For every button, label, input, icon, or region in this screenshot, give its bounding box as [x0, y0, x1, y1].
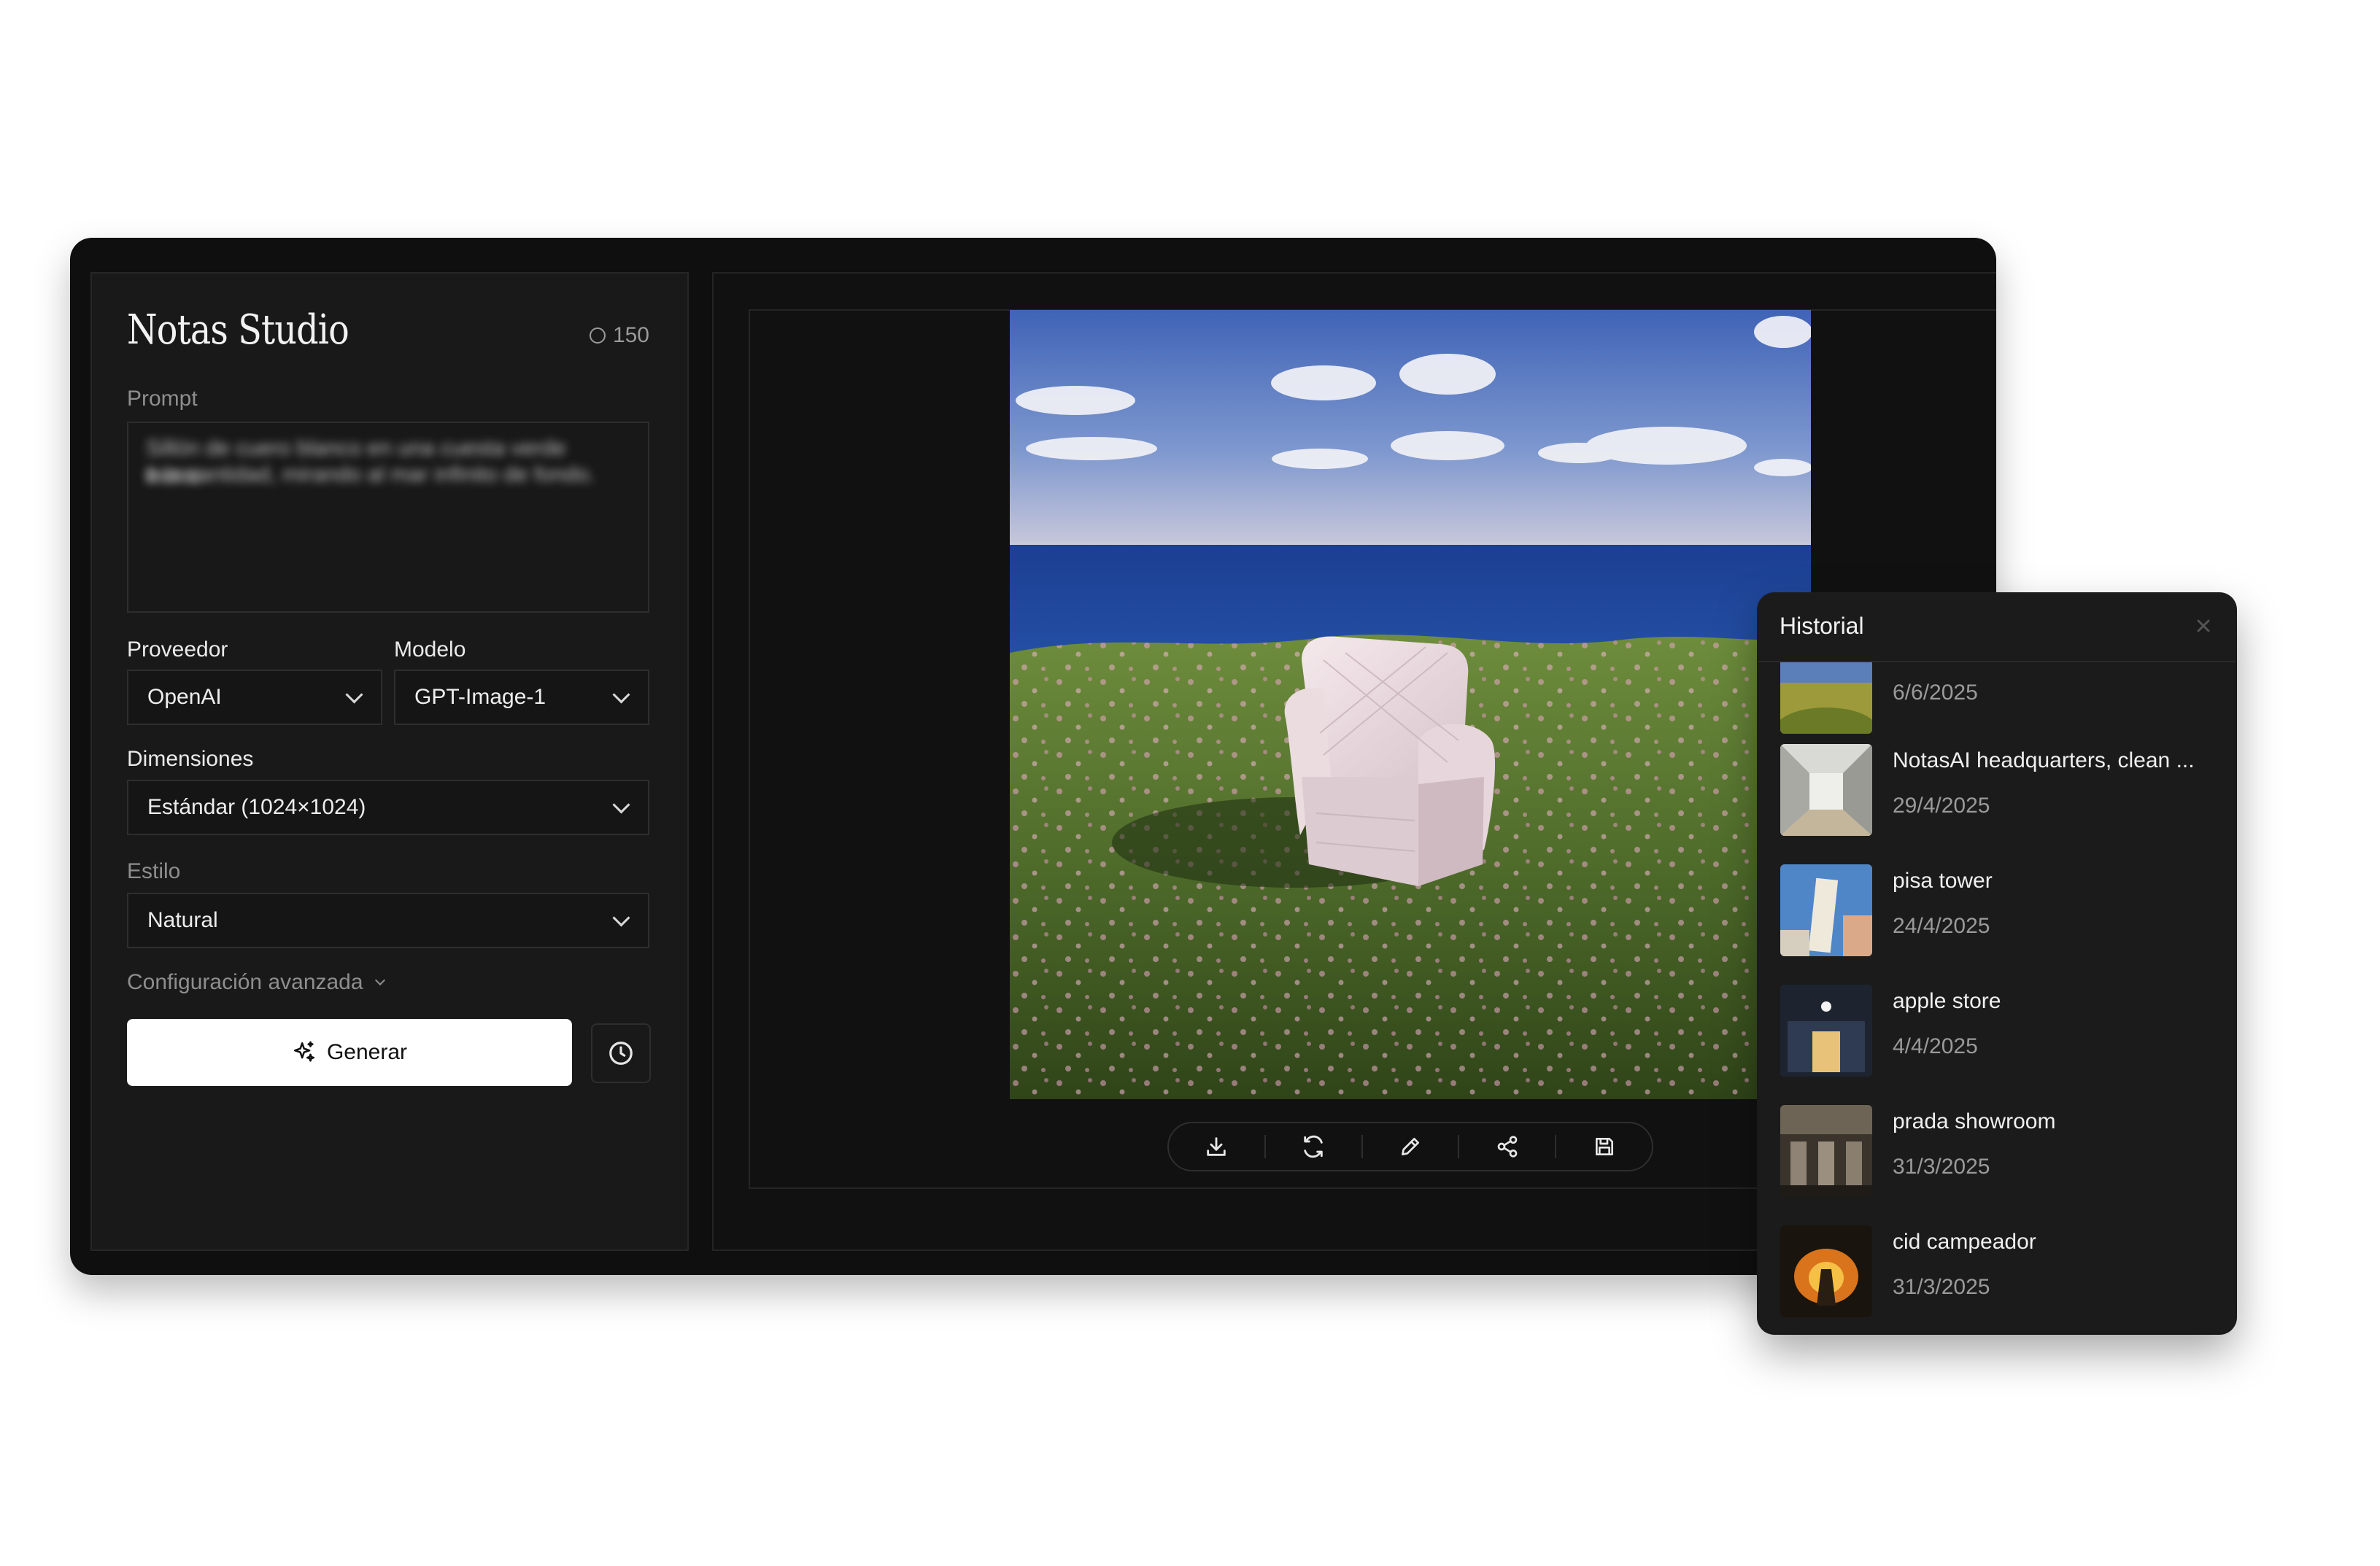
sparkles-icon — [293, 1041, 314, 1062]
history-item[interactable]: prada showroom 31/3/2025 — [1780, 1105, 2218, 1200]
model-label: Modelo — [394, 637, 466, 662]
history-list: 6/6/2025 NotasAI headquarters, clean ...… — [1758, 662, 2236, 1333]
download-button[interactable] — [1169, 1123, 1264, 1170]
history-item-date: 29/4/2025 — [1893, 794, 1990, 818]
clock-icon — [609, 1042, 633, 1065]
advanced-settings-toggle[interactable]: Configuración avanzada — [127, 970, 385, 995]
history-item[interactable]: pisa tower 24/4/2025 — [1780, 864, 2218, 959]
model-value: GPT-Image-1 — [414, 685, 546, 709]
download-icon — [1207, 1137, 1226, 1156]
close-icon[interactable] — [2193, 616, 2214, 636]
history-thumbnail — [1780, 985, 1872, 1077]
history-item-name: apple store — [1893, 989, 2001, 1013]
history-title: Historial — [1780, 613, 1864, 639]
history-panel: Historial 6/6/2025 NotasAI headquarters,… — [1758, 594, 2236, 1333]
style-label: Estilo — [127, 859, 181, 883]
credits-value: 150 — [612, 323, 649, 347]
credits-counter: 150 — [589, 323, 649, 348]
pisa-tower-thumbnail-image — [1780, 864, 1872, 956]
history-thumbnail — [1780, 744, 1872, 836]
history-item[interactable]: cid campeador 31/3/2025 — [1780, 1225, 2218, 1320]
dimensions-value: Estándar (1024×1024) — [147, 795, 366, 819]
history-thumbnail — [1780, 1225, 1872, 1317]
history-thumbnail — [1780, 864, 1872, 956]
edit-icon — [1401, 1138, 1419, 1155]
history-item-name: cid campeador — [1893, 1230, 2036, 1254]
history-item-name: pisa tower — [1893, 869, 1993, 893]
history-item-name: prada showroom — [1893, 1109, 2056, 1133]
regenerate-button[interactable] — [1266, 1123, 1361, 1170]
edit-button[interactable] — [1363, 1123, 1458, 1170]
history-item[interactable]: NotasAI headquarters, clean ... 29/4/202… — [1780, 744, 2218, 839]
app-title: Notas Studio — [127, 306, 349, 354]
style-value: Natural — [147, 908, 218, 932]
prompt-textarea[interactable]: Sillón de cuero blanco en una cuesta ver… — [127, 422, 649, 613]
generated-image[interactable] — [1010, 310, 1811, 1099]
corridor-thumbnail-image — [1780, 744, 1872, 836]
provider-label: Proveedor — [127, 637, 228, 662]
chevron-down-icon — [345, 686, 363, 704]
chevron-down-icon — [612, 909, 630, 927]
style-select[interactable]: Natural — [127, 893, 649, 948]
history-item-date: 31/3/2025 — [1893, 1155, 1990, 1179]
credits-icon — [589, 327, 606, 344]
history-item[interactable]: 6/6/2025 — [1780, 662, 2218, 737]
prompt-text-line-2: a la cantidad, mirando al mar infinito d… — [146, 462, 595, 487]
history-thumbnail — [1780, 662, 1872, 734]
save-icon — [1595, 1138, 1613, 1155]
history-item-date: 6/6/2025 — [1893, 681, 1978, 705]
history-item-date: 31/3/2025 — [1893, 1275, 1990, 1299]
apple-store-thumbnail-image — [1780, 985, 1872, 1077]
provider-value: OpenAI — [147, 685, 222, 709]
share-icon — [1497, 1136, 1518, 1158]
image-toolbar — [1167, 1122, 1653, 1171]
advanced-settings-label: Configuración avanzada — [127, 970, 363, 994]
landscape-thumbnail-image — [1780, 662, 1872, 734]
chevron-down-icon — [612, 686, 630, 704]
share-button[interactable] — [1459, 1123, 1555, 1170]
cid-campeador-thumbnail-image — [1780, 1225, 1872, 1317]
refresh-icon — [1304, 1135, 1323, 1158]
prompt-label: Prompt — [127, 387, 198, 411]
history-item-name: NotasAI headquarters, clean ... — [1893, 748, 2195, 772]
save-button[interactable] — [1556, 1123, 1652, 1170]
dimensions-select[interactable]: Estándar (1024×1024) — [127, 780, 649, 835]
history-item-date: 24/4/2025 — [1893, 914, 1990, 938]
armchair — [1284, 636, 1496, 886]
history-button[interactable] — [591, 1023, 651, 1083]
generate-label: Generar — [326, 1040, 408, 1064]
history-thumbnail — [1780, 1105, 1872, 1197]
history-item[interactable]: apple store 4/4/2025 — [1780, 985, 2218, 1079]
provider-select[interactable]: OpenAI — [127, 670, 382, 725]
chevron-down-icon — [374, 974, 385, 986]
armchair-scene-image — [1010, 310, 1811, 1099]
model-select[interactable]: GPT-Image-1 — [394, 670, 649, 725]
chevron-down-icon — [612, 796, 630, 814]
dimensions-label: Dimensiones — [127, 747, 254, 771]
history-item-date: 4/4/2025 — [1893, 1034, 1978, 1058]
generate-button[interactable]: Generar — [127, 1019, 572, 1086]
prada-showroom-thumbnail-image — [1780, 1105, 1872, 1197]
